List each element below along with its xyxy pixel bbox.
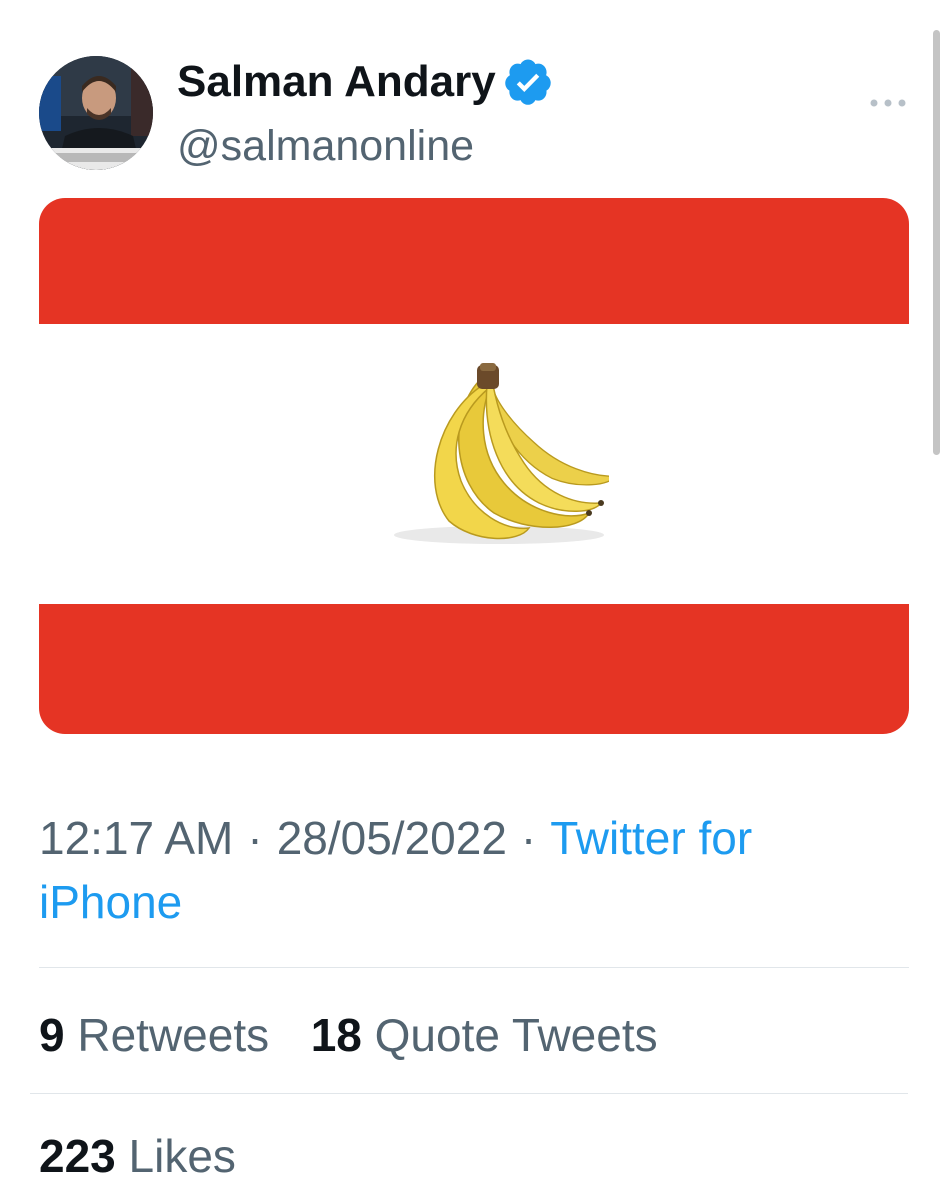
banana-bunch-icon [394, 363, 609, 544]
avatar-photo-icon [39, 56, 153, 170]
avatar[interactable] [39, 56, 153, 170]
likes-stat[interactable]: 223 Likes [39, 1126, 236, 1186]
retweets-count: 9 [39, 1009, 65, 1061]
tweet-time[interactable]: 12:17 AM [39, 812, 233, 864]
divider [39, 967, 909, 968]
retweets-stat[interactable]: 9 Retweets [39, 1009, 282, 1061]
flag-top-band [39, 198, 909, 324]
more-dots-icon [870, 99, 906, 107]
scroll-indicator[interactable] [933, 30, 940, 455]
quote-tweets-label: Quote Tweets [374, 1009, 658, 1061]
likes-label: Likes [128, 1130, 236, 1182]
likes-count: 223 [39, 1130, 116, 1182]
tweet-timestamp-line: 12:17 AM · 28/05/2022 · Twitter for iPhone [39, 806, 899, 934]
engagement-stats: 9 Retweets 18 Quote Tweets [39, 1005, 658, 1065]
tweet-date[interactable]: 28/05/2022 [277, 812, 507, 864]
retweets-label: Retweets [77, 1009, 270, 1061]
quote-tweets-stat[interactable]: 18 Quote Tweets [298, 1009, 658, 1061]
tweet-media-image[interactable] [39, 198, 909, 734]
author-name[interactable]: Salman Andary [177, 56, 554, 108]
verified-badge-icon [502, 56, 554, 108]
meta-separator: · [247, 812, 263, 864]
meta-separator: · [520, 812, 537, 864]
divider [30, 1093, 908, 1094]
more-options-button[interactable] [866, 92, 910, 114]
author-name-text[interactable]: Salman Andary [177, 56, 496, 108]
flag-bottom-band [39, 604, 909, 734]
quote-tweets-count: 18 [310, 1009, 362, 1061]
author-handle[interactable]: @salmanonline [177, 120, 474, 172]
